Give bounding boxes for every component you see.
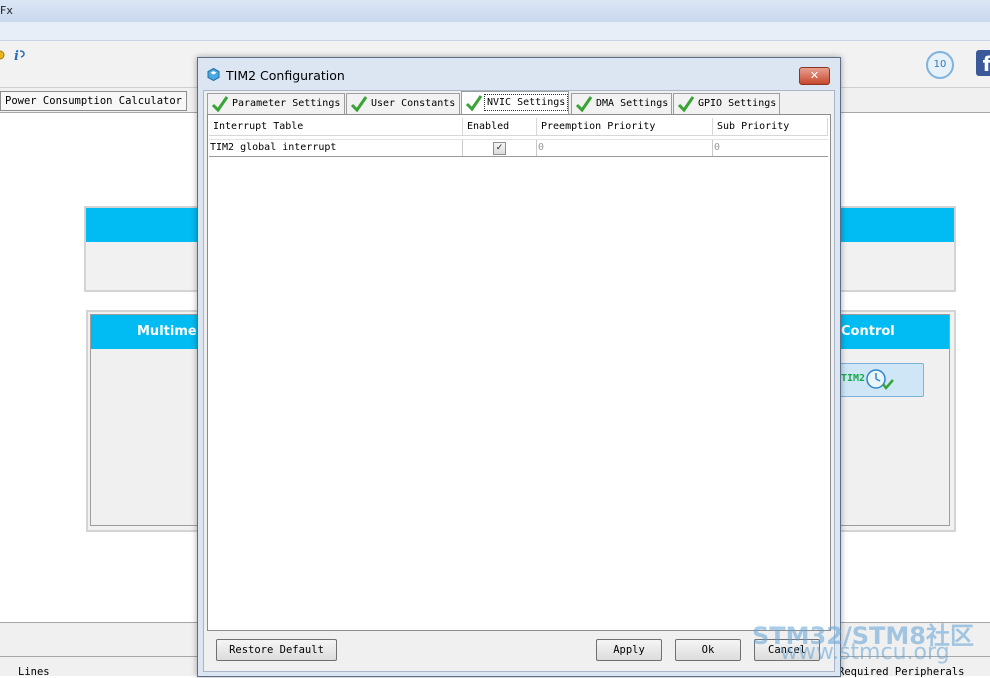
column-header-preemption-priority[interactable]: Preemption Priority [537,118,713,136]
tab-label: Parameter Settings [232,98,341,109]
control-panel: Control [836,314,950,526]
app-title: Fx [0,4,13,17]
tab-label: GPIO Settings [698,98,777,109]
column-header-interrupt-table[interactable]: Interrupt Table [209,118,463,136]
dialog-title: TIM2 Configuration [226,68,345,83]
tab-label: NVIC Settings [484,94,569,111]
ten-years-icon[interactable]: 10 [926,51,954,79]
ok-button[interactable]: Ok [675,639,741,661]
check-icon [211,96,229,113]
restore-default-button[interactable]: Restore Default [216,639,337,661]
tim2-peripheral-button[interactable]: TIM2 [834,363,924,397]
tab-power-consumption-calculator[interactable]: Power Consumption Calculator [0,91,188,111]
tab-gpio-settings[interactable]: GPIO Settings [673,93,780,114]
watermark-url: www.stmcu.org [780,640,950,665]
tab-label: DMA Settings [596,98,669,109]
enabled-cell: ✓ [463,140,537,156]
help-icon[interactable]: i [12,47,28,63]
cube-icon [207,68,220,81]
preemption-priority-cell[interactable]: 0 [537,140,713,156]
nvic-settings-panel: Interrupt Table Enabled Preemption Prior… [207,114,831,631]
lines-label: Lines [18,666,50,678]
check-icon [575,96,593,113]
control-header: Control [837,315,949,349]
close-button[interactable]: ✕ [799,67,830,85]
tab-user-constants[interactable]: User Constants [346,93,460,114]
svg-text:i: i [14,49,19,63]
tim2-configuration-dialog: TIM2 Configuration ✕ Parameter Settings … [197,57,841,677]
sub-priority-cell[interactable]: 0 [713,140,828,156]
column-header-enabled[interactable]: Enabled [463,118,537,136]
tab-nvic-settings[interactable]: NVIC Settings [461,91,569,114]
column-header-sub-priority[interactable]: Sub Priority [713,118,828,136]
dialog-body: Parameter Settings User Constants NVIC S… [203,90,835,672]
check-icon [677,96,695,113]
app-title-bar: Fx [0,0,990,23]
required-peripherals-label: Required Peripherals [838,666,965,678]
table-row[interactable]: TIM2 global interrupt ✓ 0 0 [209,139,828,157]
clock-icon [866,369,894,390]
tab-label: User Constants [371,98,456,109]
tab-dma-settings[interactable]: DMA Settings [571,93,672,114]
enabled-checkbox[interactable]: ✓ [493,142,506,155]
check-icon [350,96,368,113]
apply-button[interactable]: Apply [596,639,662,661]
interrupt-name-cell: TIM2 global interrupt [209,140,463,156]
check-icon [465,95,483,112]
multimedia-panel: Multimed [90,314,206,526]
facebook-icon[interactable]: f [976,50,990,76]
multimedia-header: Multimed [91,315,206,349]
key-icon[interactable] [0,47,10,63]
tim2-chip-label: TIM2 [841,373,866,384]
tab-parameter-settings[interactable]: Parameter Settings [207,93,345,114]
menu-bar [0,22,990,41]
